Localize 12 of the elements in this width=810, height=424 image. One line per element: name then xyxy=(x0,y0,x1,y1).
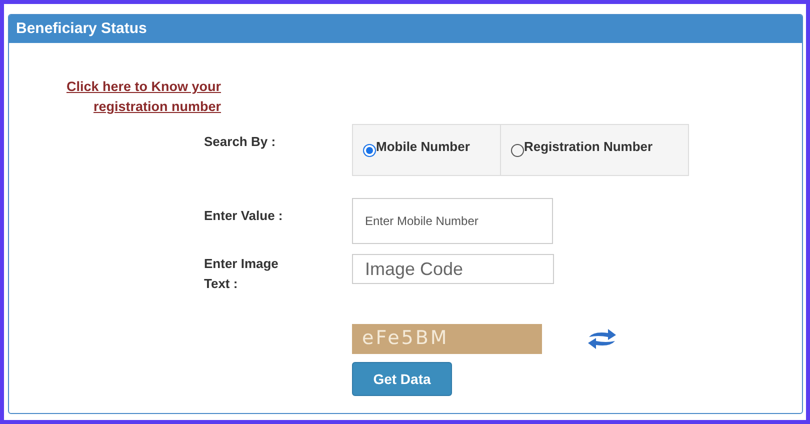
field-label: Enter Image Text : xyxy=(204,255,280,293)
captcha-image: eFe5BM xyxy=(352,324,542,354)
input-field[interactable]: Image Code xyxy=(352,254,554,284)
refresh-icon[interactable] xyxy=(586,328,618,350)
radio-option[interactable]: Mobile Number xyxy=(363,137,470,157)
field-label: Enter Value : xyxy=(204,207,284,225)
input-field[interactable]: Enter Mobile Number xyxy=(352,198,553,244)
registration-link[interactable]: Click here to Know your registration number xyxy=(41,77,221,117)
get-data-button[interactable]: Get Data xyxy=(352,362,452,396)
radio-option[interactable]: Registration Number xyxy=(511,137,653,157)
panel-title: Beneficiary Status xyxy=(9,15,802,43)
field-label: Search By : xyxy=(204,133,277,151)
